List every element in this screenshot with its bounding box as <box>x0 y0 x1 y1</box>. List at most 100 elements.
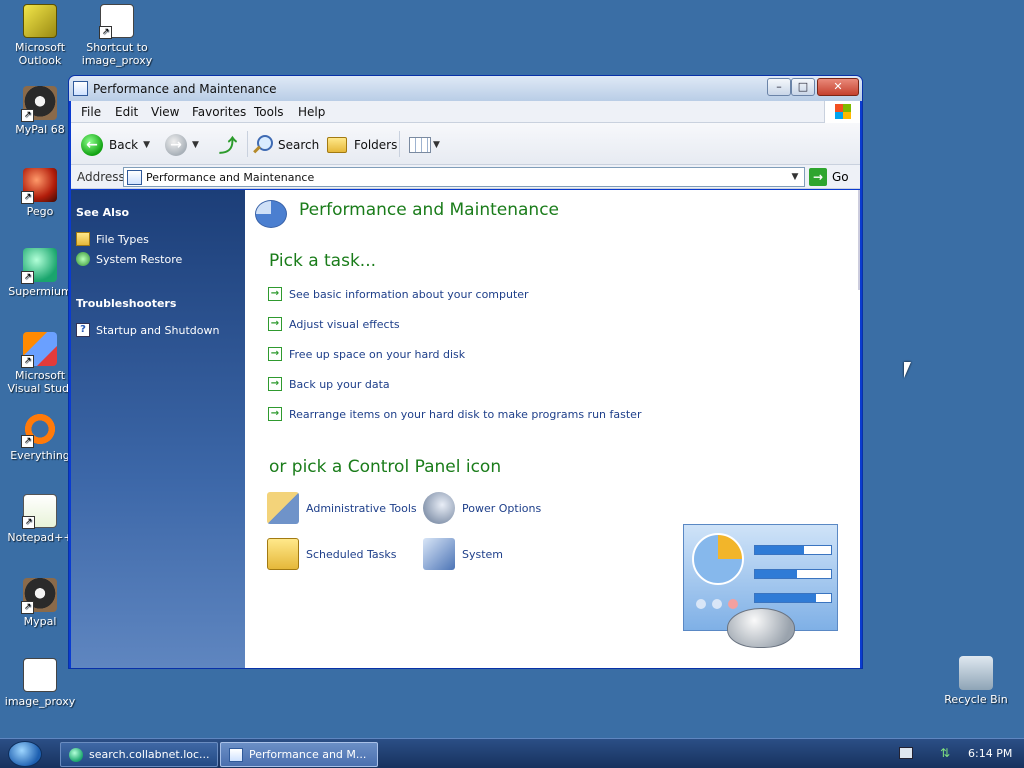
visual-studio-icon <box>21 332 57 368</box>
folder-up-icon: ⤴ <box>219 136 237 157</box>
power-options-icon <box>423 492 455 524</box>
taskbar: search.collabnet.loc... Performance and … <box>0 738 1024 768</box>
desktop-icon-label: Microsoft Outlook <box>14 41 66 67</box>
search-icon <box>251 134 273 156</box>
address-value: Performance and Maintenance <box>146 171 315 184</box>
maximize-button[interactable]: □ <box>791 78 815 96</box>
notepadpp-icon <box>22 494 57 529</box>
folders-icon <box>327 137 347 153</box>
system-restore-icon <box>76 252 90 266</box>
scrollbar[interactable] <box>858 190 860 290</box>
menu-bar: File Edit View Favorites Tools Help <box>71 101 860 123</box>
mouse-illustration-icon <box>727 608 795 648</box>
desktop-icon-recycle-bin[interactable]: Recycle Bin <box>936 656 1016 706</box>
folders-button[interactable]: Folders <box>327 134 397 156</box>
menu-favorites[interactable]: Favorites <box>192 105 246 119</box>
desktop-icon-outlook[interactable]: Microsoft Outlook <box>0 4 80 67</box>
illustration-bar <box>754 569 832 579</box>
pick-task-heading: Pick a task... <box>269 251 377 271</box>
file-shortcut-icon <box>99 4 134 39</box>
desktop-icon-label: image_proxy <box>4 695 76 708</box>
see-also-heading: See Also <box>76 206 130 219</box>
sidebar-item-system-restore[interactable]: System Restore <box>76 252 182 266</box>
go-arrow-icon: → <box>809 168 827 186</box>
cpl-power-options[interactable]: Power Options <box>423 492 541 524</box>
back-button[interactable]: ← Back ▼ <box>81 134 150 156</box>
up-button[interactable]: ⤴ <box>219 134 237 157</box>
forward-button[interactable]: → ▼ <box>165 134 199 156</box>
toolbar-separator <box>399 131 400 157</box>
control-panel-icon <box>229 747 243 762</box>
task-label: Back up your data <box>289 377 390 391</box>
task-link[interactable]: → Free up space on your hard disk <box>268 347 465 361</box>
taskbar-button-label: Performance and M... <box>249 748 367 761</box>
desktop-icon-label: Shortcut to image_proxy <box>81 41 153 67</box>
raccoon-icon <box>21 86 57 122</box>
network-icon[interactable]: ⇅ <box>940 747 954 759</box>
raccoon-icon <box>21 578 57 614</box>
cpl-system[interactable]: System <box>423 538 503 570</box>
menu-view[interactable]: View <box>151 105 179 119</box>
desktop-icon-label: Recycle Bin <box>944 693 1008 706</box>
task-link[interactable]: → See basic information about your compu… <box>268 287 529 301</box>
sidebar-item-label: File Types <box>96 232 149 246</box>
taskbar-button-performance[interactable]: Performance and M... <box>220 742 378 767</box>
illustration-pie-icon <box>692 533 744 585</box>
address-input[interactable]: Performance and Maintenance ▼ <box>123 167 805 187</box>
forward-arrow-icon: → <box>165 134 187 156</box>
address-label: Address <box>77 170 125 184</box>
task-label: Free up space on your hard disk <box>289 347 466 361</box>
close-button[interactable]: ✕ <box>817 78 859 96</box>
task-link[interactable]: → Rearrange items on your hard disk to m… <box>268 407 641 421</box>
cpl-label: System <box>462 547 504 561</box>
task-arrow-icon: → <box>268 377 282 391</box>
control-panel-icon <box>127 170 142 185</box>
sidebar-item-file-types[interactable]: File Types <box>76 232 149 246</box>
folder-icon <box>76 232 90 246</box>
cpl-label: Administrative Tools <box>306 501 417 515</box>
illustration-dot <box>696 599 706 609</box>
menu-file[interactable]: File <box>81 105 101 119</box>
start-button[interactable] <box>8 741 42 767</box>
cpl-scheduled-tasks[interactable]: Scheduled Tasks <box>267 538 397 570</box>
window-titlebar[interactable]: Performance and Maintenance – □ ✕ <box>69 76 862 101</box>
go-label: Go <box>832 170 849 184</box>
task-link[interactable]: → Back up your data <box>268 377 390 391</box>
menu-edit[interactable]: Edit <box>115 105 138 119</box>
search-button[interactable]: Search <box>251 134 319 156</box>
scheduled-tasks-icon <box>267 538 299 570</box>
illustration-bar <box>754 593 832 603</box>
file-icon <box>23 658 57 692</box>
search-label: Search <box>278 138 320 152</box>
taskbar-button-browser[interactable]: search.collabnet.loc... <box>60 742 218 767</box>
back-dropdown-icon[interactable]: ▼ <box>143 140 150 150</box>
system-icon <box>423 538 455 570</box>
address-dropdown-icon[interactable]: ▼ <box>786 168 804 186</box>
sidebar-item-startup-shutdown[interactable]: ? Startup and Shutdown <box>76 323 219 337</box>
views-dropdown-icon: ▼ <box>433 140 440 150</box>
task-arrow-icon: → <box>268 407 282 421</box>
sidebar-item-label: Startup and Shutdown <box>96 323 220 337</box>
keyboard-icon[interactable] <box>899 747 913 759</box>
back-label: Back <box>109 138 139 152</box>
explorer-window: Performance and Maintenance – □ ✕ File E… <box>68 75 863 669</box>
illustration-dot <box>728 599 738 609</box>
menu-help[interactable]: Help <box>298 105 325 119</box>
help-icon: ? <box>76 323 90 337</box>
clock[interactable]: 6:14 PM <box>968 747 1012 760</box>
content-pane: Performance and Maintenance Pick a task.… <box>245 190 860 668</box>
supermium-icon <box>69 747 83 762</box>
desktop-icon-image-proxy-shortcut[interactable]: Shortcut to image_proxy <box>77 4 157 67</box>
forward-dropdown-icon[interactable]: ▼ <box>192 140 199 150</box>
views-button[interactable]: ▼ <box>409 134 440 156</box>
cpl-label: Scheduled Tasks <box>306 547 397 561</box>
go-button[interactable]: → Go <box>809 167 849 187</box>
minimize-button[interactable]: – <box>767 78 791 96</box>
task-arrow-icon: → <box>268 287 282 301</box>
task-label: Rearrange items on your hard disk to mak… <box>289 407 642 421</box>
cpl-administrative-tools[interactable]: Administrative Tools <box>267 492 417 524</box>
menu-tools[interactable]: Tools <box>254 105 284 119</box>
task-link[interactable]: → Adjust visual effects <box>268 317 400 331</box>
task-label: See basic information about your compute… <box>289 287 529 301</box>
page-title: Performance and Maintenance <box>299 200 559 220</box>
